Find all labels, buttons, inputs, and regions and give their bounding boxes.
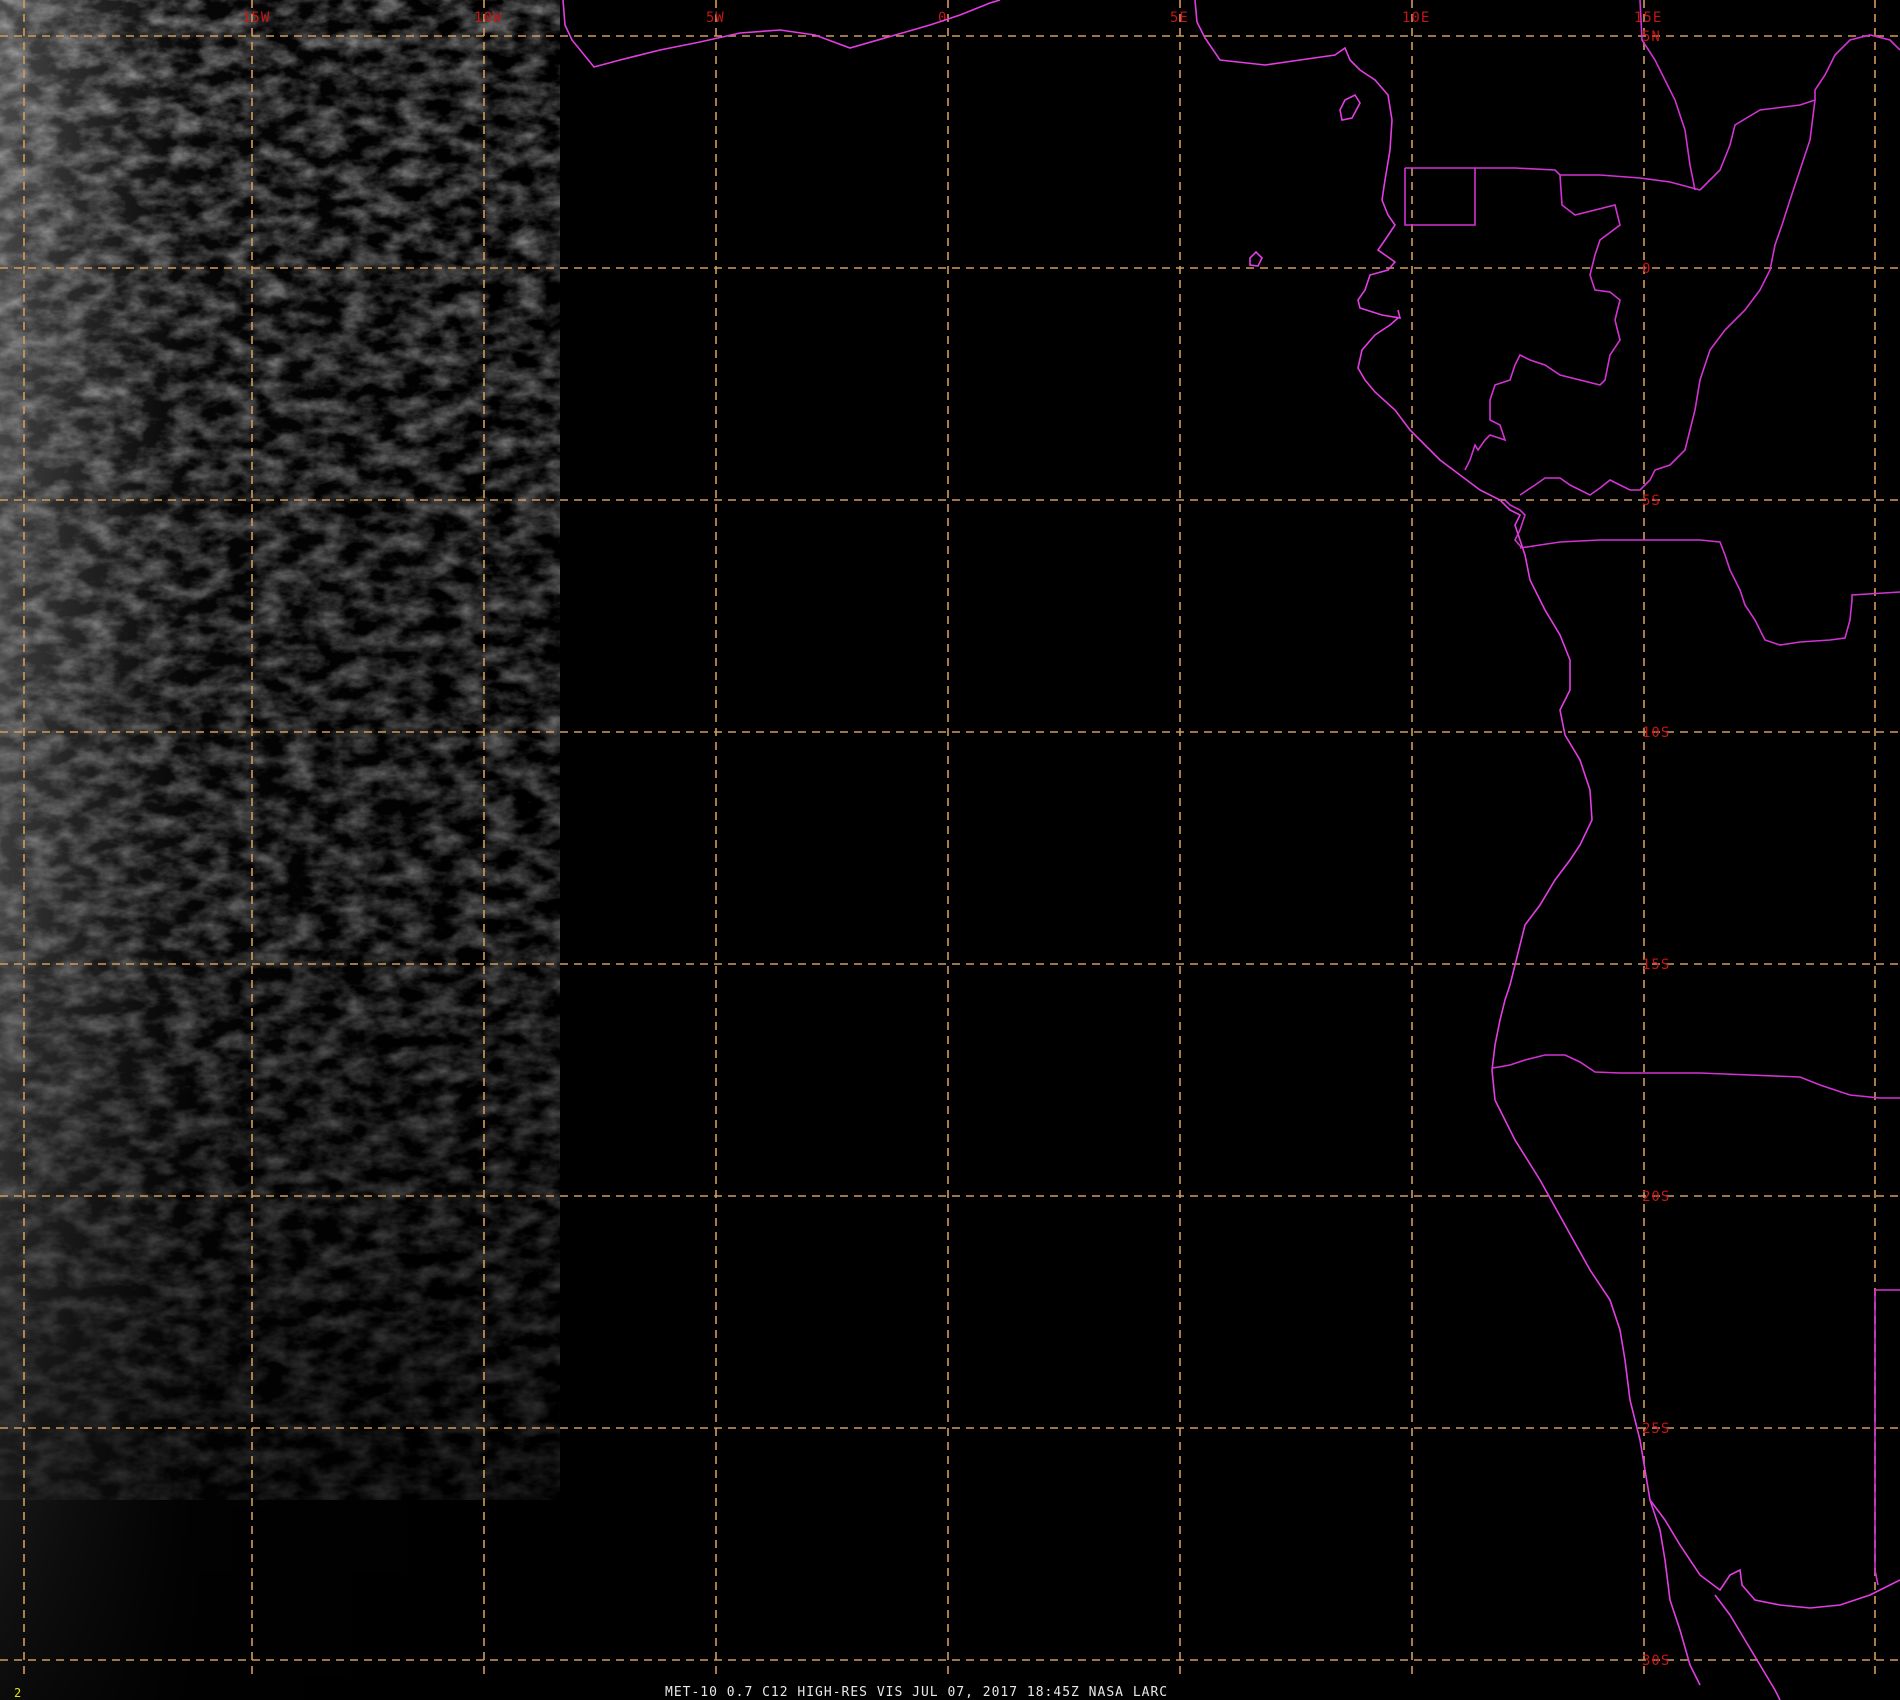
- satellite-image: 15W 10W 5W 0 5E 10E 15E 5N 0 5S 10S 15S 20S 25S 30S: [0, 0, 1900, 1700]
- border-angola-namibia: [1492, 1054, 1900, 1099]
- longitude-label: 5W: [706, 10, 725, 26]
- latitude-label: 5N: [1642, 29, 1661, 45]
- frame-number: 2: [14, 1686, 21, 1700]
- island-bioko: [1339, 93, 1361, 121]
- longitude-label: 10W: [474, 10, 502, 26]
- border-congo-drc: [1699, 34, 1900, 191]
- border-cameroon-gabon: [1405, 167, 1701, 191]
- latitude-label: 5S: [1642, 493, 1661, 509]
- longitude-label: 15E: [1634, 10, 1662, 26]
- latitude-label: 25S: [1642, 1421, 1670, 1437]
- island-sao-tome: [1249, 250, 1263, 267]
- coastline-cameroon: [1194, 0, 1402, 319]
- longitude-label: 0: [938, 10, 947, 26]
- border-gabon-congo: [1464, 174, 1621, 471]
- latitude-label: 15S: [1642, 957, 1670, 973]
- longitude-label: 15W: [242, 10, 270, 26]
- latitude-label: 0: [1642, 261, 1651, 277]
- latitude-label: 20S: [1642, 1189, 1670, 1205]
- coastline-cape: [1714, 1594, 1781, 1700]
- border-drc-angola: [1519, 539, 1900, 646]
- border-namibia-south-africa: [1874, 1290, 1879, 1586]
- longitude-label: 5E: [1170, 10, 1189, 26]
- coastline-layer: [562, 0, 1900, 1700]
- latitude-label: 30S: [1642, 1653, 1670, 1669]
- image-caption: MET-10 0.7 C12 HIGH-RES VIS JUL 07, 2017…: [665, 1685, 1168, 1700]
- border-eq-guinea: [1404, 168, 1476, 226]
- latitude-label: 10S: [1642, 725, 1670, 741]
- coastline-central-africa: [1357, 317, 1701, 1686]
- satellite-map: 15W 10W 5W 0 5E 10E 15E 5N 0 5S 10S 15S 20S 25S 30S: [0, 0, 1900, 1700]
- border-layer: [1404, 0, 1900, 1586]
- border-congo-east: [1519, 99, 1816, 496]
- coastline-south-africa: [1649, 1499, 1900, 1609]
- longitude-label: 10E: [1402, 10, 1430, 26]
